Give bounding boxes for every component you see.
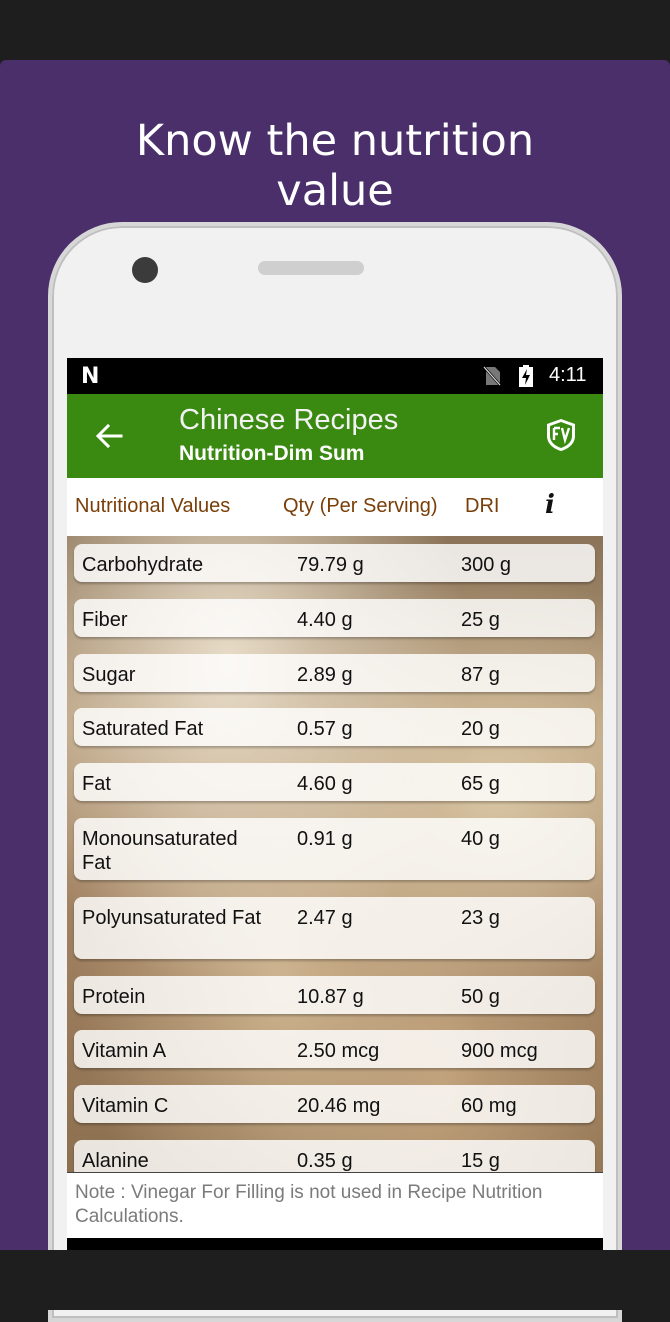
info-icon[interactable]: i bbox=[545, 490, 555, 520]
nutrient-qty: 4.40 g bbox=[297, 609, 353, 631]
nutrient-qty: 10.87 g bbox=[297, 986, 364, 1008]
nutrient-name: Saturated Fat bbox=[82, 718, 204, 740]
nutrient-dri: 65 g bbox=[461, 773, 500, 795]
nutrient-name: Vitamin A bbox=[82, 1040, 167, 1062]
table-row: Saturated Fat 0.57 g 20 g bbox=[74, 708, 595, 746]
table-row: Carbohydrate 79.79 g 300 g bbox=[74, 544, 595, 582]
table-row: Alanine 0.35 g 15 g bbox=[74, 1140, 595, 1172]
nutrient-qty: 2.50 mcg bbox=[297, 1040, 380, 1062]
nutrition-note: Note : Vinegar For Filling is not used i… bbox=[67, 1172, 603, 1239]
nutrient-name: Carbohydrate bbox=[82, 554, 204, 576]
battery-charging-icon bbox=[519, 365, 533, 387]
nutrient-dri: 25 g bbox=[461, 609, 500, 631]
table-row: Vitamin C 20.46 mg 60 mg bbox=[74, 1085, 595, 1123]
table-header: Nutritional Values Qty (Per Serving) DRI… bbox=[67, 478, 603, 536]
nutrient-qty: 79.79 g bbox=[297, 554, 364, 576]
nutrient-qty: 0.57 g bbox=[297, 718, 353, 740]
table-row: Protein 10.87 g 50 g bbox=[74, 976, 595, 1014]
promo-headline: Know the nutrition value bbox=[0, 116, 670, 216]
table-row: Polyunsaturated Fat 2.47 g 23 g bbox=[74, 897, 595, 959]
nutrient-qty: 20.46 mg bbox=[297, 1095, 381, 1117]
nutrient-dri: 87 g bbox=[461, 664, 500, 686]
toolbar-subtitle: Nutrition-Dim Sum bbox=[179, 442, 365, 465]
table-row: Sugar 2.89 g 87 g bbox=[74, 654, 595, 692]
bottom-black-bar bbox=[0, 1250, 670, 1310]
headline-line-1: Know the nutrition bbox=[135, 116, 535, 166]
status-bar: N 4:11 bbox=[67, 358, 603, 394]
phone-camera bbox=[132, 257, 158, 283]
nutrient-name: Monounsaturated Fat bbox=[82, 828, 238, 874]
nutrient-dri: 300 g bbox=[461, 554, 512, 576]
table-row: Monounsaturated Fat 0.91 g 40 g bbox=[74, 818, 595, 880]
note-text: Note : Vinegar For Filling is not used i… bbox=[75, 1182, 543, 1227]
status-time: 4:11 bbox=[549, 364, 587, 386]
nutrient-dri: 60 mg bbox=[461, 1095, 517, 1117]
nutrient-dri: 900 mcg bbox=[461, 1040, 538, 1062]
nutrient-name: Polyunsaturated Fat bbox=[82, 907, 261, 929]
nutrient-dri: 20 g bbox=[461, 718, 500, 740]
nutrition-list[interactable]: Carbohydrate 79.79 g 300 g Fiber 4.40 g … bbox=[67, 536, 603, 1172]
nutrient-name: Fat bbox=[82, 773, 111, 795]
headline-line-2: value bbox=[276, 166, 394, 216]
nutrient-name: Sugar bbox=[82, 664, 136, 686]
nutrient-dri: 50 g bbox=[461, 986, 500, 1008]
app-logo-icon[interactable] bbox=[545, 418, 577, 452]
nutrient-dri: 40 g bbox=[461, 828, 500, 850]
bottom-bar bbox=[67, 1238, 603, 1250]
phone-screen: N 4:11 Chinese Recipes Nutrition-Dim Sum… bbox=[67, 358, 603, 1250]
nutrient-qty: 2.89 g bbox=[297, 664, 353, 686]
toolbar-title: Chinese Recipes bbox=[179, 404, 399, 436]
header-qty: Qty (Per Serving) bbox=[283, 495, 438, 517]
phone-speaker bbox=[258, 261, 364, 275]
table-row: Fiber 4.40 g 25 g bbox=[74, 599, 595, 637]
nutrient-dri: 15 g bbox=[461, 1150, 500, 1172]
arrow-left-icon[interactable] bbox=[93, 420, 125, 452]
nutrient-name: Fiber bbox=[82, 609, 128, 631]
table-row: Vitamin A 2.50 mcg 900 mcg bbox=[74, 1030, 595, 1068]
nutrient-qty: 2.47 g bbox=[297, 907, 353, 929]
header-dri: DRI bbox=[465, 495, 500, 517]
header-nutritional-values: Nutritional Values bbox=[75, 495, 231, 517]
n-icon: N bbox=[81, 364, 100, 389]
nutrient-name: Vitamin C bbox=[82, 1095, 169, 1117]
table-row: Fat 4.60 g 65 g bbox=[74, 763, 595, 801]
top-black-bar bbox=[0, 0, 670, 60]
nutrient-name: Protein bbox=[82, 986, 146, 1008]
nutrient-qty: 4.60 g bbox=[297, 773, 353, 795]
no-sim-icon bbox=[483, 366, 501, 386]
nutrient-qty: 0.91 g bbox=[297, 828, 353, 850]
nutrient-qty: 0.35 g bbox=[297, 1150, 353, 1172]
nutrient-name: Alanine bbox=[82, 1150, 149, 1172]
app-toolbar: Chinese Recipes Nutrition-Dim Sum bbox=[67, 394, 603, 478]
nutrient-dri: 23 g bbox=[461, 907, 500, 929]
